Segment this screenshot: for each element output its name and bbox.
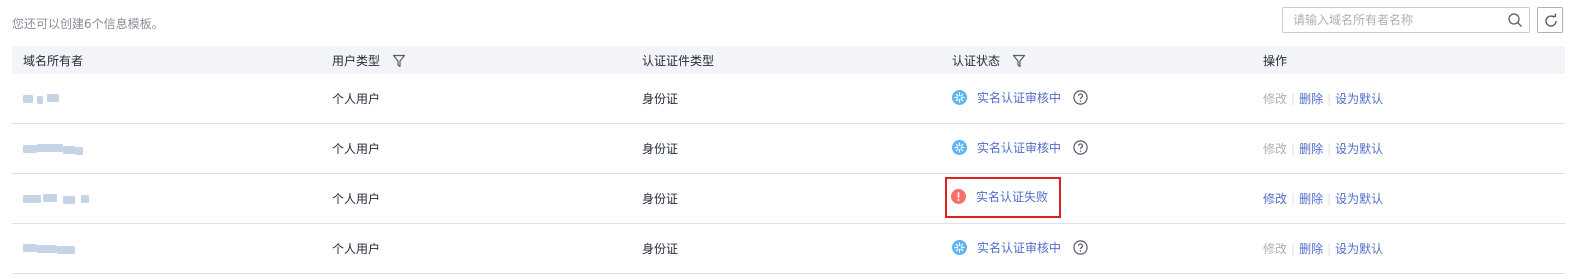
search-input[interactable]	[1293, 12, 1493, 28]
user-type-cell: 个人用户	[321, 173, 631, 224]
info-template-table: 域名所有者 用户类型 认证证件类型 认证状态 操作 个人用户 身份证 实名认证审…	[12, 46, 1565, 274]
divider: |	[1291, 242, 1296, 256]
table-row: 个人用户 身份证 实名认证审核中 修改 | 删除 | 设为默认	[12, 123, 1565, 174]
set-default-button[interactable]: 设为默认	[1335, 142, 1383, 156]
set-default-button[interactable]: 设为默认	[1335, 92, 1383, 106]
spinner-icon	[952, 140, 967, 155]
owner-cell	[12, 173, 321, 224]
filter-icon[interactable]	[1012, 54, 1026, 68]
set-default-button[interactable]: 设为默认	[1335, 192, 1383, 206]
header-user-type: 用户类型	[321, 46, 631, 74]
spinner-icon	[952, 240, 967, 255]
delete-button[interactable]: 删除	[1299, 142, 1323, 156]
redacted-owner-name	[23, 144, 93, 155]
search-box[interactable]	[1282, 7, 1530, 33]
status-failed: 实名认证失败	[951, 188, 1048, 205]
spinner-icon	[952, 90, 967, 105]
user-type-cell: 个人用户	[321, 123, 631, 174]
cert-type-cell: 身份证	[631, 223, 941, 274]
delete-button[interactable]: 删除	[1299, 192, 1323, 206]
actions-cell: 修改 | 删除 | 设为默认	[1252, 74, 1565, 124]
owner-cell	[12, 74, 321, 124]
owner-cell	[12, 123, 321, 174]
help-circle-icon[interactable]	[1073, 240, 1088, 255]
user-type-cell: 个人用户	[321, 223, 631, 274]
actions-cell: 修改 | 删除 | 设为默认	[1252, 123, 1565, 174]
status-text: 实名认证审核中	[977, 241, 1062, 255]
error-icon	[951, 189, 966, 204]
cert-type-cell: 身份证	[631, 173, 941, 224]
help-circle-icon[interactable]	[1073, 90, 1088, 105]
table-header-row: 域名所有者 用户类型 认证证件类型 认证状态 操作	[12, 46, 1565, 74]
edit-button[interactable]: 修改	[1263, 192, 1287, 206]
actions-cell: 修改 | 删除 | 设为默认	[1252, 173, 1565, 224]
divider: |	[1327, 92, 1332, 106]
table-row: 个人用户 身份证 实名认证失败 修改 | 删除 | 设为默认	[12, 173, 1565, 224]
delete-button[interactable]: 删除	[1299, 242, 1323, 256]
refresh-icon	[1545, 13, 1557, 27]
table-row: 个人用户 身份证 实名认证审核中 修改 | 删除 | 设为默认	[12, 223, 1565, 274]
cert-status-cell: 实名认证审核中	[941, 74, 1252, 124]
refresh-button[interactable]	[1537, 7, 1563, 33]
cert-status-cell: 实名认证审核中	[941, 123, 1252, 174]
divider: |	[1291, 192, 1296, 206]
status-pending: 实名认证审核中	[952, 89, 1088, 106]
status-text: 实名认证失败	[976, 190, 1049, 204]
status-pending: 实名认证审核中	[952, 139, 1088, 156]
divider: |	[1291, 92, 1296, 106]
user-type-cell: 个人用户	[321, 74, 631, 124]
redacted-owner-name	[23, 94, 93, 104]
header-owner: 域名所有者	[12, 46, 321, 74]
edit-button[interactable]: 修改	[1263, 92, 1287, 106]
actions-cell: 修改 | 删除 | 设为默认	[1252, 223, 1565, 274]
divider: |	[1291, 142, 1296, 156]
cert-status-cell: 实名认证审核中	[941, 223, 1252, 274]
delete-button[interactable]: 删除	[1299, 92, 1323, 106]
set-default-button[interactable]: 设为默认	[1335, 242, 1383, 256]
divider: |	[1327, 142, 1332, 156]
status-pending: 实名认证审核中	[952, 239, 1088, 256]
cert-type-cell: 身份证	[631, 74, 941, 124]
divider: |	[1327, 242, 1332, 256]
help-circle-icon[interactable]	[1073, 140, 1088, 155]
cert-status-cell: 实名认证失败	[941, 173, 1252, 224]
redacted-owner-name	[23, 244, 93, 254]
status-failed-highlight: 实名认证失败	[945, 177, 1062, 218]
header-cert-status: 认证状态	[941, 46, 1252, 74]
status-text: 实名认证审核中	[977, 91, 1062, 105]
filter-icon[interactable]	[392, 54, 406, 68]
edit-button[interactable]: 修改	[1263, 142, 1287, 156]
cert-type-cell: 身份证	[631, 123, 941, 174]
template-quota-text: 您还可以创建6个信息模板。	[12, 17, 164, 31]
status-text: 实名认证审核中	[977, 141, 1062, 155]
edit-button[interactable]: 修改	[1263, 242, 1287, 256]
redacted-owner-name	[23, 194, 93, 204]
header-cert-type: 认证证件类型	[631, 46, 941, 74]
search-icon[interactable]	[1507, 12, 1523, 28]
header-actions: 操作	[1252, 46, 1565, 74]
divider: |	[1327, 192, 1332, 206]
owner-cell	[12, 223, 321, 274]
table-row: 个人用户 身份证 实名认证审核中 修改 | 删除 | 设为默认	[12, 74, 1565, 124]
